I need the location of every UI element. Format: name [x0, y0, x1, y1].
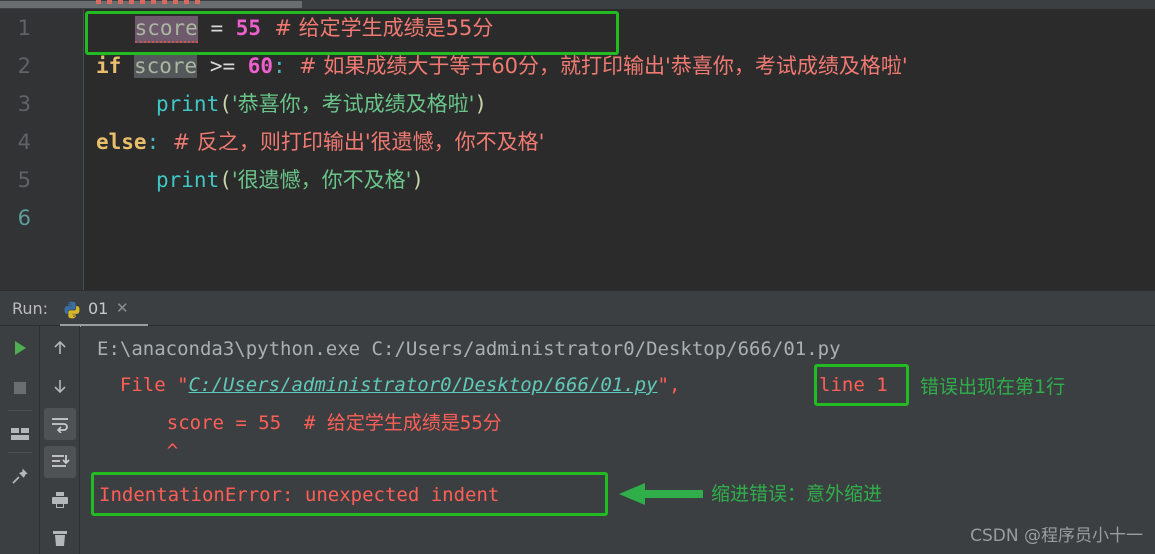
file-prefix: File "	[97, 374, 189, 396]
pycharm-window: 1 2 3 4 5 6 score = 55 # 给定学生成绩是55分 if s…	[0, 0, 1155, 554]
editor-gutter[interactable]: 1 2 3 4 5 6	[0, 9, 84, 290]
annotation-line-ref: 错误出现在第1行	[920, 376, 1066, 398]
arrow-left-icon	[619, 483, 703, 505]
scroll-to-end-icon	[52, 455, 70, 467]
line-number-5: 5	[17, 168, 31, 192]
layout-button[interactable]	[4, 418, 36, 450]
code-editor[interactable]: 1 2 3 4 5 6 score = 55 # 给定学生成绩是55分 if s…	[0, 9, 1155, 290]
line5-string: '很遗憾，你不及格'	[231, 168, 412, 192]
line4-keyword: else	[96, 130, 147, 154]
run-label: Run:	[12, 299, 49, 318]
line1-operator: =	[197, 16, 236, 40]
line1-identifier[interactable]: score	[134, 16, 198, 43]
run-toolbar-secondary	[40, 326, 80, 554]
scroll-to-end-button[interactable]	[44, 446, 76, 478]
run-toolbar-primary	[0, 326, 40, 554]
line-number-4: 4	[17, 130, 31, 154]
editor-horizontal-scrollbar[interactable]	[0, 0, 1155, 9]
file-suffix: ",	[657, 374, 692, 396]
error-stripe-marks	[96, 0, 206, 4]
play-icon	[15, 341, 26, 355]
down-stack-trace-button[interactable]	[44, 370, 76, 402]
line1-indent	[84, 16, 135, 40]
console-caret-line: ^	[121, 440, 179, 462]
close-icon[interactable]: ✕	[116, 299, 129, 317]
clear-all-button[interactable]	[44, 522, 76, 554]
line2-identifier[interactable]: score	[133, 54, 198, 78]
code-content[interactable]: score = 55 # 给定学生成绩是55分 if score >= 60: …	[84, 9, 1155, 290]
soft-wrap-icon	[52, 418, 68, 433]
pin-icon	[12, 468, 28, 484]
annotation-error: 缩进错误：意外缩进	[711, 483, 883, 505]
line2-keyword: if	[96, 54, 122, 78]
line-number-1: 1	[17, 16, 31, 40]
run-console-output[interactable]: E:\anaconda3\python.exe C:/Users/adminis…	[81, 326, 1155, 554]
line5-open-paren: (	[219, 168, 232, 192]
console-exception-line: IndentationError: unexpected indent	[99, 484, 500, 506]
code-line-1[interactable]: score = 55 # 给定学生成绩是55分	[84, 9, 493, 47]
run-tab-name: 01	[88, 299, 109, 318]
line-number-2: 2	[17, 54, 31, 78]
line2-operator: >=	[197, 54, 248, 78]
line4-comment: # 反之，则打印输出'很遗憾，你不及格'	[159, 130, 545, 154]
console-error-code-line: score = 55 # 给定学生成绩是55分	[121, 412, 502, 434]
line3-function: print	[156, 92, 220, 116]
line2-comment: # 如果成绩大于等于60分，就打印输出'恭喜你，考试成绩及格啦'	[285, 54, 908, 78]
arrow-down-icon	[54, 380, 66, 394]
line3-open-paren: (	[219, 92, 232, 116]
line3-string: '恭喜你，考试成绩及格啦'	[231, 92, 475, 116]
console-file-line[interactable]: File "C:/Users/administrator0/Desktop/66…	[97, 372, 692, 398]
line5-function: print	[156, 168, 220, 192]
console-line-ref: line 1	[819, 374, 888, 396]
code-line-3[interactable]: print('恭喜你，考试成绩及格啦')	[156, 85, 487, 123]
toolbar-divider-1	[8, 410, 32, 411]
line3-close-paren: )	[474, 92, 488, 116]
code-line-2[interactable]: if score >= 60: # 如果成绩大于等于60分，就打印输出'恭喜你，…	[96, 47, 908, 85]
stop-button[interactable]	[4, 372, 36, 404]
line1-comment: # 给定学生成绩是55分	[261, 16, 494, 40]
stop-square-icon	[14, 382, 26, 394]
code-line-4[interactable]: else: # 反之，则打印输出'很遗憾，你不及格'	[96, 123, 544, 161]
line2-colon: :	[273, 54, 286, 78]
line1-number: 55	[235, 16, 262, 40]
print-button[interactable]	[44, 484, 76, 516]
console-command-line: E:\anaconda3\python.exe C:/Users/adminis…	[97, 338, 841, 360]
line-number-3: 3	[17, 92, 31, 116]
layout-icon	[11, 428, 29, 440]
toolbar-divider-2	[8, 452, 32, 453]
rerun-button[interactable]	[4, 332, 36, 364]
printer-icon	[52, 492, 68, 508]
line2-number: 60	[247, 54, 274, 78]
run-tab-01[interactable]: 01 ✕	[56, 295, 148, 327]
up-stack-trace-button[interactable]	[44, 332, 76, 364]
trash-icon	[53, 531, 67, 546]
soft-wrap-button[interactable]	[44, 408, 76, 440]
pin-tab-button[interactable]	[4, 460, 36, 492]
line5-close-paren: )	[411, 168, 425, 192]
watermark: CSDN @程序员小十一	[970, 526, 1143, 546]
line4-colon: :	[146, 130, 160, 154]
arrow-up-icon	[54, 340, 66, 354]
code-line-5[interactable]: print('很遗憾，你不及格')	[156, 161, 424, 199]
run-tool-window-header: Run: 01 ✕	[0, 290, 1155, 327]
python-icon	[62, 300, 82, 324]
line-number-6: 6	[17, 206, 31, 230]
file-path-link[interactable]: C:/Users/administrator0/Desktop/666/01.p…	[189, 374, 658, 396]
